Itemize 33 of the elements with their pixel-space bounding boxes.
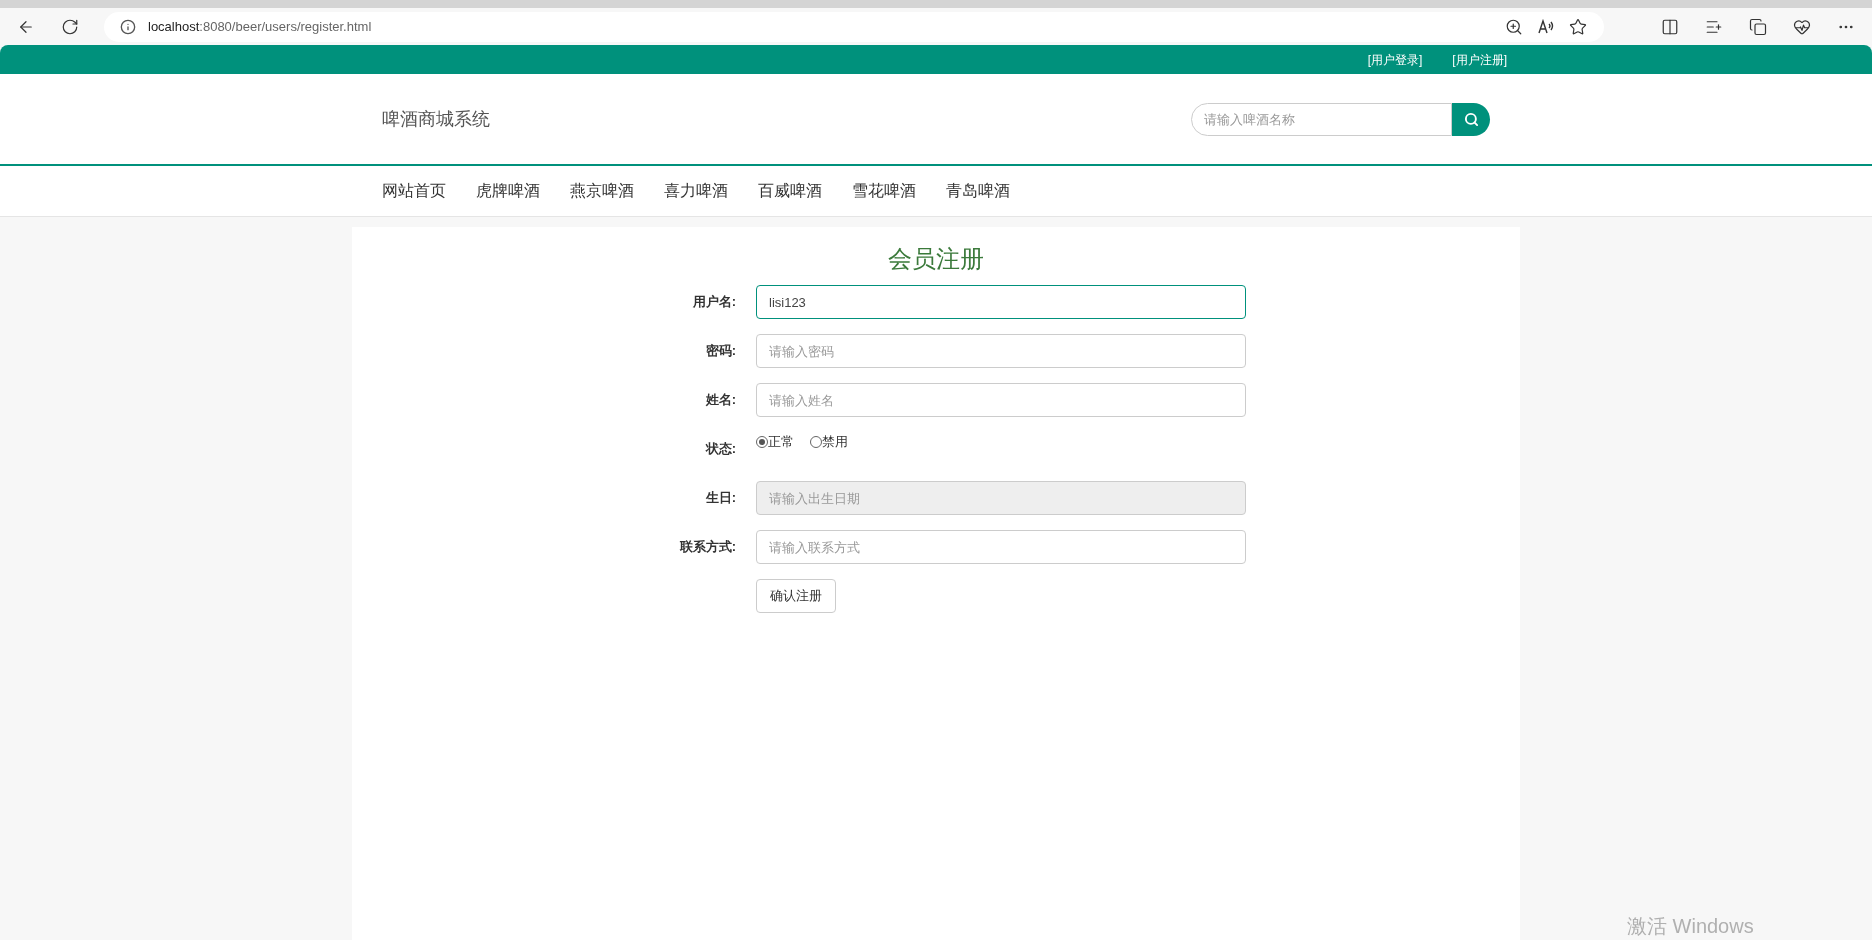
- field-label: 状态:: [704, 440, 737, 459]
- search-icon: [1463, 111, 1479, 127]
- nav-link[interactable]: 燕京啤酒: [570, 179, 634, 203]
- nav-link[interactable]: 喜力啤酒: [664, 179, 728, 203]
- field-label: 用户名:: [691, 293, 737, 312]
- site-name: 啤酒商城系统: [382, 107, 490, 131]
- input-field[interactable]: 请输入密码: [756, 334, 1246, 368]
- register-button[interactable]: 确认注册: [756, 579, 836, 613]
- field-label: 联系方式:: [678, 538, 737, 557]
- input-field[interactable]: 请输入姓名: [756, 383, 1246, 417]
- nav-link[interactable]: 雪花啤酒: [852, 179, 916, 203]
- collections-icon[interactable]: [1748, 16, 1768, 37]
- nav-link[interactable]: 青岛啤酒: [946, 179, 1010, 203]
- url-text: localhost:8080/beer/users/register.html: [148, 17, 373, 36]
- top-link[interactable]: [用户登录]: [1367, 50, 1423, 69]
- input-field[interactable]: 请输入联系方式: [756, 530, 1246, 564]
- field-label: 生日:: [704, 489, 737, 508]
- top-link[interactable]: [用户注册]: [1452, 50, 1507, 69]
- radio-option[interactable]: 正常: [756, 432, 794, 452]
- activation-notice: 激活 Windows: [1627, 916, 1754, 936]
- field-label: 姓名:: [704, 391, 737, 410]
- nav-link[interactable]: 虎牌啤酒: [476, 179, 540, 203]
- nav-link[interactable]: 网站首页: [382, 179, 446, 203]
- search-button[interactable]: [1452, 102, 1490, 136]
- address-bar[interactable]: localhost:8080/beer/users/register.html: [104, 11, 1604, 42]
- favorite-star-icon[interactable]: [1568, 16, 1588, 37]
- nav-link[interactable]: 百威啤酒: [758, 179, 822, 203]
- field-label: 密码:: [704, 342, 737, 361]
- info-icon[interactable]: [120, 18, 136, 35]
- radio-option[interactable]: 禁用: [810, 432, 848, 452]
- input-field[interactable]: lisi123: [756, 285, 1246, 319]
- form-title: 会员注册: [888, 244, 984, 274]
- search-field[interactable]: 请输入啤酒名称: [1191, 102, 1452, 136]
